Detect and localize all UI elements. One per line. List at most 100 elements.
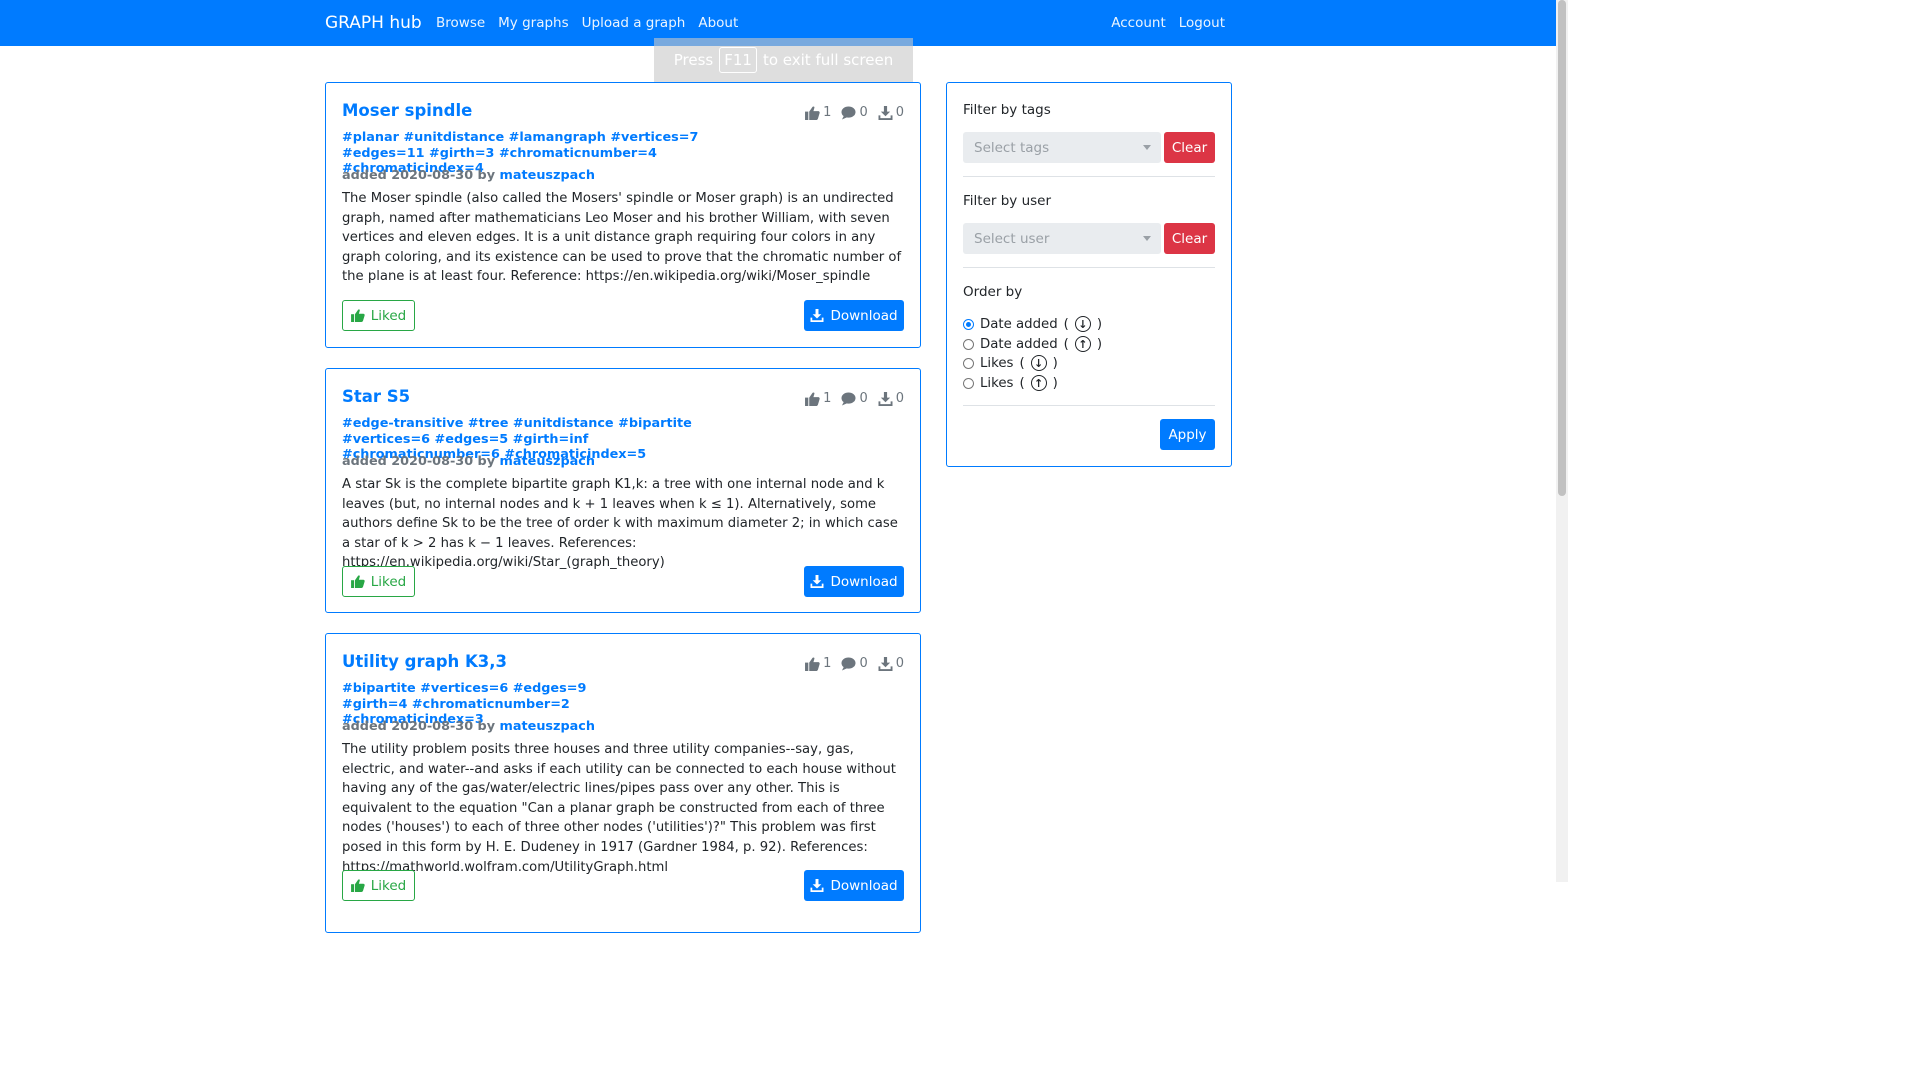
tag-link[interactable]: #girth=3 [429, 146, 494, 161]
fullscreen-suffix: to exit full screen [762, 51, 894, 69]
user-select[interactable]: Select user [963, 223, 1161, 254]
comments-stat: 0 [841, 391, 868, 406]
order-likes-asc[interactable]: Likes (↑) [963, 375, 1058, 391]
download-icon [810, 309, 824, 322]
download-icon [810, 879, 824, 892]
tag-link[interactable]: #edges=5 [435, 432, 509, 447]
graph-title[interactable]: Utility graph K3,3 [342, 652, 507, 671]
order-likes-desc[interactable]: Likes (↓) [963, 355, 1058, 371]
graph-title[interactable]: Moser spindle [342, 101, 472, 120]
likes-count: 1 [823, 105, 832, 120]
tag-link[interactable]: #edges=9 [513, 681, 587, 696]
apply-button[interactable]: Apply [1160, 419, 1215, 450]
tag-link[interactable]: #bipartite [342, 681, 416, 696]
nav-about[interactable]: About [698, 15, 738, 31]
radio-button[interactable] [963, 338, 974, 350]
graph-meta: added 2020-08-30 by mateuszpach [342, 168, 595, 183]
order-by-label: Order by [963, 284, 1023, 300]
divider [963, 267, 1215, 268]
nav-logout[interactable]: Logout [1179, 15, 1225, 31]
download-label: Download [830, 573, 898, 590]
scrollbar[interactable] [1556, 0, 1568, 882]
likes-stat: 1 [805, 105, 831, 120]
downloads-stat: 0 [878, 391, 904, 406]
tag-link[interactable]: #girth=4 [342, 697, 407, 712]
comments-count: 0 [859, 391, 868, 406]
thumbs-up-icon [350, 575, 365, 588]
nav-my-graphs[interactable]: My graphs [498, 15, 568, 31]
tag-link[interactable]: #unitdistance [513, 416, 614, 431]
arrow-down-icon: ↓ [1030, 355, 1047, 371]
clear-tags-button[interactable]: Clear [1164, 132, 1215, 163]
download-icon [878, 391, 893, 406]
filter-tags-label: Filter by tags [963, 102, 1051, 118]
download-button[interactable]: Download [804, 870, 904, 901]
liked-button[interactable]: Liked [342, 566, 415, 597]
graph-description: A star Sk is the complete bipartite grap… [342, 477, 898, 571]
tag-link[interactable]: #edge-transitive [342, 416, 463, 431]
thumbs-up-icon [350, 879, 365, 892]
added-date: added 2020-08-30 by [342, 454, 496, 469]
download-icon [810, 575, 824, 588]
download-button[interactable]: Download [804, 300, 904, 331]
liked-button[interactable]: Liked [342, 870, 415, 901]
order-option-label: Date added [980, 316, 1058, 332]
thumbs-up-icon [805, 656, 820, 671]
tag-link[interactable]: #bipartite [618, 416, 692, 431]
download-icon [878, 656, 893, 671]
graph-description: The Moser spindle (also called the Moser… [342, 191, 902, 285]
download-label: Download [830, 307, 898, 324]
tag-link[interactable]: #chromaticnumber=2 [412, 697, 570, 712]
liked-label: Liked [370, 573, 407, 590]
author-link[interactable]: mateuszpach [500, 454, 595, 469]
tags-select[interactable]: Select tags [963, 132, 1161, 163]
thumbs-up-icon [805, 391, 820, 406]
filter-sidebar: Filter by tags Select tags Clear Filter … [946, 82, 1232, 467]
radio-button[interactable] [963, 357, 974, 369]
likes-stat: 1 [805, 391, 831, 406]
nav-upload-graph[interactable]: Upload a graph [582, 15, 686, 31]
radio-button[interactable] [963, 377, 974, 389]
comments-stat: 0 [841, 105, 868, 120]
tags-select-placeholder: Select tags [974, 139, 1050, 156]
tag-link[interactable]: #girth=inf [513, 432, 589, 447]
tag-link[interactable]: #edges=11 [342, 146, 425, 161]
tag-link[interactable]: #chromaticnumber=4 [499, 146, 657, 161]
chevron-down-icon [1143, 236, 1151, 241]
graph-stats: 1 0 0 [805, 391, 904, 406]
graph-meta: added 2020-08-30 by mateuszpach [342, 719, 595, 734]
clear-user-button[interactable]: Clear [1164, 223, 1215, 254]
divider [963, 405, 1215, 406]
nav-account-links: Account Logout [1111, 15, 1225, 31]
author-link[interactable]: mateuszpach [500, 719, 595, 734]
author-link[interactable]: mateuszpach [500, 168, 595, 183]
graph-title[interactable]: Star S5 [342, 387, 410, 406]
thumbs-up-icon [350, 309, 365, 322]
comment-icon [841, 105, 856, 120]
filter-user-label: Filter by user [963, 193, 1052, 209]
liked-label: Liked [370, 307, 407, 324]
downloads-stat: 0 [878, 105, 904, 120]
tag-link[interactable]: #tree [468, 416, 509, 431]
order-date-asc[interactable]: Date added (↑) [963, 336, 1102, 352]
tag-link[interactable]: #unitdistance [403, 130, 504, 145]
tag-link[interactable]: #vertices=6 [420, 681, 508, 696]
download-button[interactable]: Download [804, 566, 904, 597]
scrollbar-thumb[interactable] [1558, 0, 1566, 496]
thumbs-up-icon [805, 105, 820, 120]
fullscreen-key: F11 [719, 47, 757, 73]
tag-link[interactable]: #lamangraph [509, 130, 606, 145]
tag-link[interactable]: #planar [342, 130, 399, 145]
tag-link[interactable]: #vertices=6 [342, 432, 430, 447]
order-option-label: Likes [980, 375, 1014, 391]
liked-button[interactable]: Liked [342, 300, 415, 331]
order-date-desc[interactable]: Date added (↓) [963, 316, 1102, 332]
nav-browse[interactable]: Browse [436, 15, 485, 31]
nav-links: Browse My graphs Upload a graph About [436, 15, 738, 31]
nav-account[interactable]: Account [1111, 15, 1166, 31]
arrow-up-icon: ↑ [1074, 336, 1091, 352]
brand-logo[interactable]: GRAPH hub [325, 13, 422, 33]
tag-link[interactable]: #vertices=7 [610, 130, 698, 145]
radio-button[interactable] [963, 318, 974, 330]
comment-icon [841, 656, 856, 671]
